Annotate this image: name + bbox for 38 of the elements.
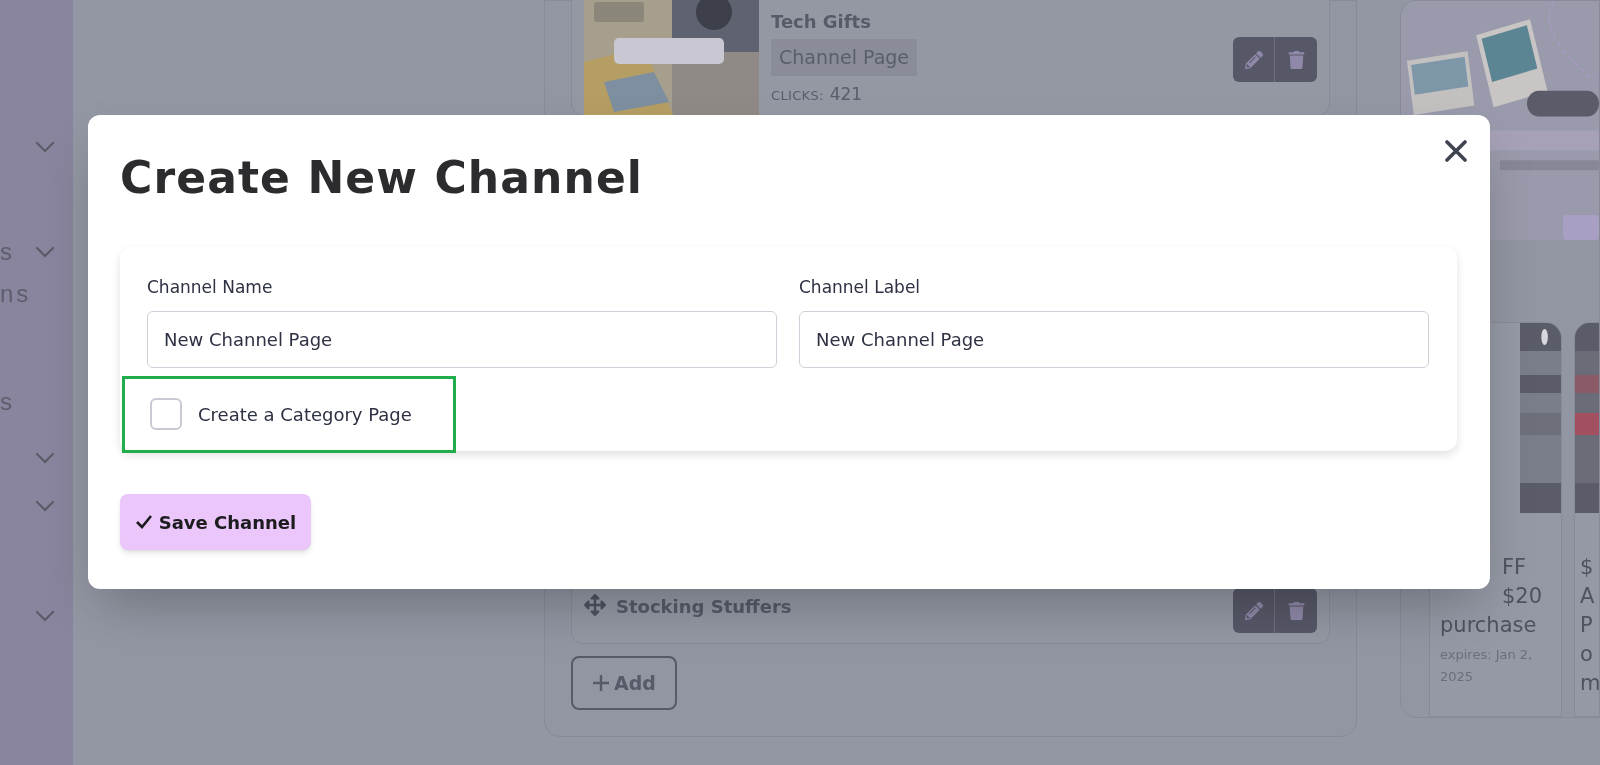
chevron-down-icon[interactable] [35, 141, 55, 153]
deal-text: FF [1501, 554, 1528, 581]
deal-card[interactable]: $ A P o m [1574, 322, 1599, 717]
plus-icon [592, 674, 611, 692]
deal-text: $ [1580, 554, 1595, 581]
modal-title: Create New Channel [120, 151, 644, 205]
checkbox-label: Create a Category Page [198, 402, 412, 427]
close-button[interactable] [1442, 137, 1470, 165]
pencil-icon [1244, 601, 1263, 620]
deal-text: P [1580, 612, 1594, 639]
deal-text: $20 [1501, 583, 1544, 610]
trash-icon [1287, 601, 1305, 620]
save-button[interactable]: Save Channel [120, 494, 311, 550]
add-button[interactable]: Add [571, 656, 677, 710]
check-icon [134, 514, 153, 530]
move-icon[interactable] [584, 594, 606, 616]
clicks-count: 421 [829, 82, 863, 106]
field-label: Channel Name [147, 276, 274, 299]
chevron-down-icon[interactable] [35, 500, 55, 512]
close-icon [1445, 140, 1467, 162]
pencil-icon [1244, 50, 1263, 69]
text-field[interactable]: New Channel Page [799, 310, 1429, 368]
checkbox[interactable] [150, 398, 182, 430]
chevron-down-icon[interactable] [35, 610, 55, 622]
chevron-down-icon[interactable] [35, 452, 55, 464]
delete-button[interactable] [1275, 588, 1317, 633]
trash-icon [1287, 50, 1305, 69]
channel-title: Tech Gifts [771, 10, 872, 34]
channel-title: Stocking Stuffers [616, 595, 792, 619]
deal-text: A [1580, 583, 1596, 610]
deal-text: m [1580, 670, 1599, 697]
edit-button[interactable] [1233, 588, 1275, 633]
clicks-label: CLICKS: [771, 86, 824, 105]
deal-text: o [1580, 641, 1594, 668]
field-label: Channel Label [799, 276, 922, 299]
chevron-down-icon[interactable] [35, 246, 55, 258]
deal-text: purchase [1440, 612, 1538, 639]
text-field[interactable]: New Channel Page [147, 310, 777, 368]
